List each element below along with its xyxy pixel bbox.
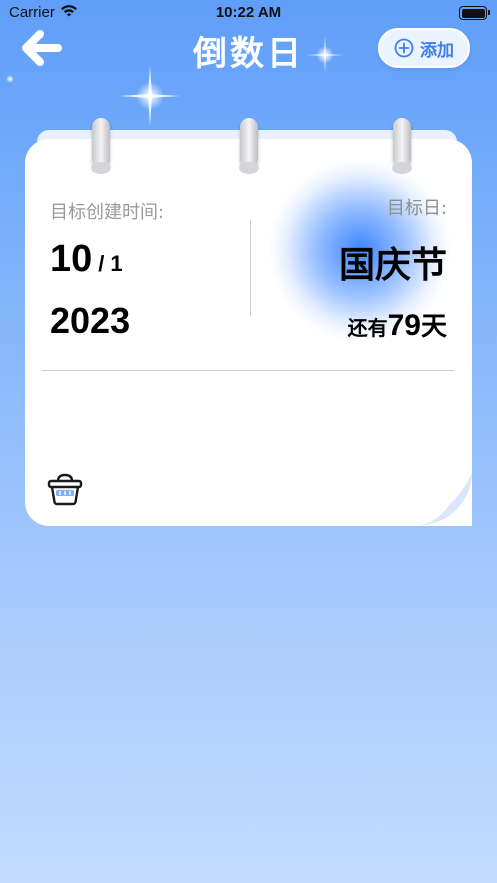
sparkle-decoration <box>120 66 180 126</box>
binder-ring <box>91 118 111 174</box>
created-month: 10 <box>50 238 93 280</box>
binder-ring <box>392 118 412 174</box>
created-day: 1 <box>110 251 123 276</box>
add-button-label: 添加 <box>420 40 454 61</box>
status-bar: Carrier 10:22 AM <box>0 0 497 26</box>
created-time-label: 目标创建时间: <box>50 202 165 223</box>
plus-circle-icon <box>394 38 414 58</box>
created-year: 2023 <box>50 300 131 341</box>
add-button[interactable]: 添加 <box>378 28 470 68</box>
remaining-days: 还有 79 天 <box>348 306 447 343</box>
created-date: 10/1 <box>50 238 123 281</box>
target-day-label: 目标日: <box>386 198 447 219</box>
remaining-prefix: 还有 <box>347 316 388 340</box>
battery-icon <box>459 6 490 20</box>
sparkle-decoration <box>6 75 14 83</box>
remaining-suffix: 天 <box>420 312 447 342</box>
sparkle-decoration <box>306 36 344 74</box>
binder-ring <box>239 118 259 174</box>
remaining-count: 79 <box>387 309 421 342</box>
horizontal-divider <box>42 370 454 371</box>
trash-basket-icon[interactable] <box>47 472 83 506</box>
page-curl-decoration <box>420 474 472 526</box>
date-separator: / <box>98 251 105 276</box>
target-event-name: 国庆节 <box>338 245 447 286</box>
vertical-divider <box>250 220 251 316</box>
status-time: 10:22 AM <box>215 4 282 21</box>
